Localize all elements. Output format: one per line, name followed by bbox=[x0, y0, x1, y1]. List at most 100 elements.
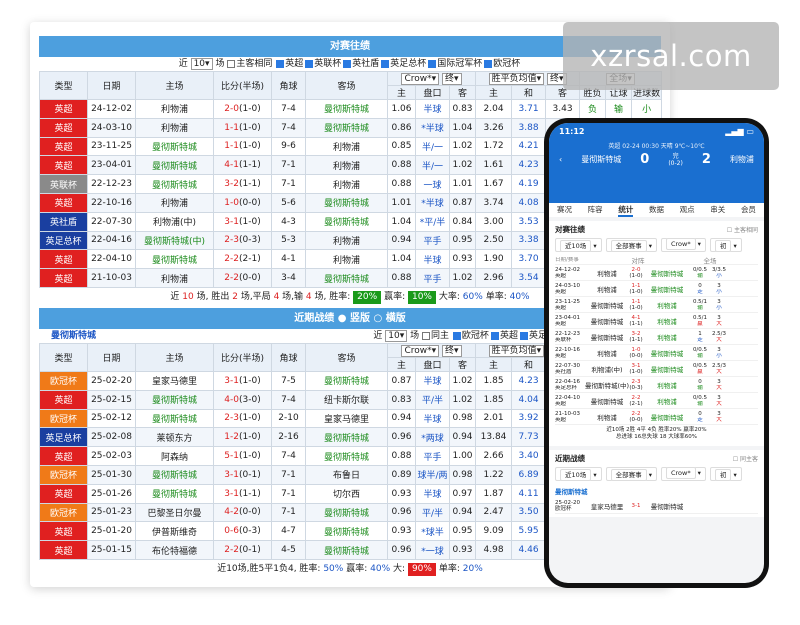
phone-tab-0[interactable]: 赛况 bbox=[557, 203, 572, 217]
league-checkbox[interactable] bbox=[452, 331, 461, 340]
score-cell[interactable]: 4-2(0-0) bbox=[213, 502, 272, 523]
phone-filter-league[interactable]: 全部赛事 ▾ bbox=[605, 238, 657, 252]
away-team-cell[interactable]: 曼彻斯特城 bbox=[305, 502, 388, 523]
odds-company-cell[interactable]: Crow*▾ 终▾ bbox=[386, 71, 477, 86]
phone-h2h-row[interactable]: 22-04-16 英足总杯 曼彻斯特城(中) 2-3 (0-3) 利物浦 0 输 3 大 bbox=[555, 377, 758, 393]
phone-h2h-row[interactable]: 24-12-02 英超 利物浦 2-0 (1-0) 曼彻斯特城 0/0.5 输 3/3.5 小 bbox=[555, 265, 758, 281]
phone-recent-filter-company[interactable]: Crow* ▾ bbox=[660, 467, 706, 481]
table-row[interactable]: 英超 24-12-02 利物浦 2-0(1-0) 7-4 曼彻斯特城 1.06 半球 0.83 2… bbox=[39, 99, 663, 119]
league-cell[interactable]: 英超 bbox=[39, 99, 88, 119]
phone-h2h-row[interactable]: 22-10-16 英超 利物浦 1-0 (0-0) 曼彻斯特城 0/0.5 输 3 小 bbox=[555, 345, 758, 361]
same-home-checkbox[interactable] bbox=[227, 59, 236, 68]
home-team-cell[interactable]: 曼彻斯特城 bbox=[135, 389, 214, 410]
league-cell[interactable]: 英社盾 bbox=[39, 211, 88, 232]
recent-odds-point-select[interactable]: 终▾ bbox=[442, 344, 462, 357]
home-team-cell[interactable]: 布伦特福德 bbox=[135, 540, 214, 560]
league-cell[interactable]: 英超 bbox=[39, 136, 88, 157]
phone-recent-row[interactable]: 25-02-20 欧冠杯 皇家马德里 3-1 曼彻斯特城 bbox=[555, 498, 758, 514]
league-cell[interactable]: 英超 bbox=[39, 483, 88, 504]
phone-tab-5[interactable]: 串关 bbox=[710, 203, 725, 217]
home-team-cell[interactable]: 莱顿东方 bbox=[135, 427, 214, 448]
league-checkbox[interactable] bbox=[381, 59, 390, 68]
away-team-cell[interactable]: 曼彻斯特城 bbox=[305, 99, 388, 119]
away-team-cell[interactable]: 曼彻斯特城 bbox=[305, 268, 388, 288]
phone-tab-6[interactable]: 会员 bbox=[741, 203, 756, 217]
away-team-cell[interactable]: 曼彻斯特城 bbox=[305, 192, 388, 213]
phone-tab-1[interactable]: 阵容 bbox=[588, 203, 603, 217]
phone-h2h-row[interactable]: 24-03-10 英超 利物浦 1-1 (1-0) 曼彻斯特城 0 走 3 小 bbox=[555, 281, 758, 297]
score-cell[interactable]: 1-0(0-0) bbox=[213, 192, 272, 213]
phone-filter-point[interactable]: 初 ▾ bbox=[709, 238, 742, 252]
score-cell[interactable]: 2-3(0-3) bbox=[213, 230, 272, 251]
league-filter-2[interactable]: 英社盾 bbox=[343, 57, 379, 71]
odds-type-select[interactable]: 胜平负均值▾ bbox=[488, 72, 545, 85]
away-team-cell[interactable]: 利物浦 bbox=[305, 230, 388, 251]
home-team-cell[interactable]: 皇家马德里 bbox=[135, 371, 214, 391]
home-team-cell[interactable]: 曼彻斯特城 bbox=[135, 408, 214, 429]
home-team-cell[interactable]: 利物浦 bbox=[135, 192, 214, 213]
home-team-cell[interactable]: 曼彻斯特城 bbox=[135, 136, 214, 157]
home-team-cell[interactable]: 曼彻斯特城 bbox=[135, 483, 214, 504]
away-team-cell[interactable]: 皇家马德里 bbox=[305, 408, 388, 429]
odds-company-select[interactable]: Crow*▾ bbox=[401, 72, 440, 85]
back-icon[interactable]: ‹ bbox=[559, 155, 562, 164]
league-cell[interactable]: 英超 bbox=[39, 155, 88, 176]
score-cell[interactable]: 3-2(1-1) bbox=[213, 174, 272, 194]
league-cell[interactable]: 英超 bbox=[39, 389, 88, 410]
away-team-cell[interactable]: 曼彻斯特城 bbox=[305, 446, 388, 466]
league-cell[interactable]: 英超 bbox=[39, 521, 88, 542]
league-filter-1[interactable]: 英联杯 bbox=[305, 57, 341, 71]
home-team-cell[interactable]: 利物浦(中) bbox=[135, 211, 214, 232]
phone-recent-filter-point[interactable]: 初 ▾ bbox=[709, 467, 742, 481]
recent-count-select[interactable]: 10▾ bbox=[385, 329, 408, 342]
score-cell[interactable]: 4-0(3-0) bbox=[213, 389, 272, 410]
league-cell[interactable]: 欧冠杯 bbox=[39, 464, 88, 485]
league-cell[interactable]: 英超 bbox=[39, 446, 88, 466]
away-team-cell[interactable]: 纽卡斯尔联 bbox=[305, 389, 388, 410]
home-team-cell[interactable]: 巴黎圣日尔曼 bbox=[135, 502, 214, 523]
away-team-cell[interactable]: 利物浦 bbox=[305, 155, 388, 176]
score-cell[interactable]: 5-1(1-0) bbox=[213, 446, 272, 466]
home-team-cell[interactable]: 利物浦 bbox=[135, 117, 214, 138]
score-cell[interactable]: 1-2(1-0) bbox=[213, 427, 272, 448]
league-cell[interactable]: 欧冠杯 bbox=[39, 408, 88, 429]
league-checkbox[interactable] bbox=[428, 59, 437, 68]
away-team-cell[interactable]: 利物浦 bbox=[305, 174, 388, 194]
league-checkbox[interactable] bbox=[484, 59, 493, 68]
layout-radio-vertical[interactable]: ● 竖版 bbox=[338, 313, 370, 324]
score-cell[interactable]: 2-3(1-0) bbox=[213, 408, 272, 429]
score-cell[interactable]: 3-1(0-1) bbox=[213, 464, 272, 485]
away-team-cell[interactable]: 曼彻斯特城 bbox=[305, 540, 388, 560]
phone-same-toggle[interactable]: ☐ 主客相同 bbox=[727, 225, 758, 234]
recent-odds-company-select[interactable]: Crow*▾ bbox=[401, 344, 440, 357]
phone-h2h-row[interactable]: 22-12-23 英联杯 曼彻斯特城 3-2 (1-1) 利物浦 1 走 2.5/3 大 bbox=[555, 329, 758, 345]
phone-h2h-row[interactable]: 22-07-30 英社盾 利物浦(中) 3-1 (1-0) 曼彻斯特城 0/0.5 赢 2.5/… bbox=[555, 361, 758, 377]
score-cell[interactable]: 2-0(1-0) bbox=[213, 99, 272, 119]
league-cell[interactable]: 英超 bbox=[39, 192, 88, 213]
away-team-cell[interactable]: 利物浦 bbox=[305, 136, 388, 157]
league-cell[interactable]: 欧冠杯 bbox=[39, 502, 88, 523]
home-team-cell[interactable]: 曼彻斯特城 bbox=[135, 174, 214, 194]
league-cell[interactable]: 欧冠杯 bbox=[39, 371, 88, 391]
away-team-cell[interactable]: 曼彻斯特城 bbox=[305, 371, 388, 391]
away-team-cell[interactable]: 曼彻斯特城 bbox=[305, 521, 388, 542]
same-side-checkbox[interactable] bbox=[422, 331, 431, 340]
score-cell[interactable]: 1-1(1-0) bbox=[213, 136, 272, 157]
league-cell[interactable]: 英超 bbox=[39, 268, 88, 288]
league-filter-3[interactable]: 英足总杯 bbox=[381, 57, 426, 71]
home-team-cell[interactable]: 伊普斯维奇 bbox=[135, 521, 214, 542]
phone-filter-count[interactable]: 近10场 ▾ bbox=[555, 238, 602, 252]
league-checkbox[interactable] bbox=[519, 331, 528, 340]
phone-recent-filter-league[interactable]: 全部赛事 ▾ bbox=[605, 467, 657, 481]
league-filter-4[interactable]: 国际冠军杯 bbox=[428, 57, 482, 71]
league-filter-0[interactable]: 欧冠杯 bbox=[452, 329, 489, 343]
away-team-cell[interactable]: 曼彻斯特城 bbox=[305, 427, 388, 448]
home-team-cell[interactable]: 曼彻斯特城 bbox=[135, 464, 214, 485]
league-cell[interactable]: 英超 bbox=[39, 117, 88, 138]
league-checkbox[interactable] bbox=[343, 59, 352, 68]
score-cell[interactable]: 2-2(0-1) bbox=[213, 540, 272, 560]
phone-h2h-row[interactable]: 22-04-10 英超 曼彻斯特城 2-2 (2-1) 利物浦 0/0.5 输 3 大 bbox=[555, 393, 758, 409]
league-cell[interactable]: 英超 bbox=[39, 249, 88, 270]
odds-point-select[interactable]: 终▾ bbox=[442, 72, 462, 85]
score-cell[interactable]: 2-2(2-1) bbox=[213, 249, 272, 270]
